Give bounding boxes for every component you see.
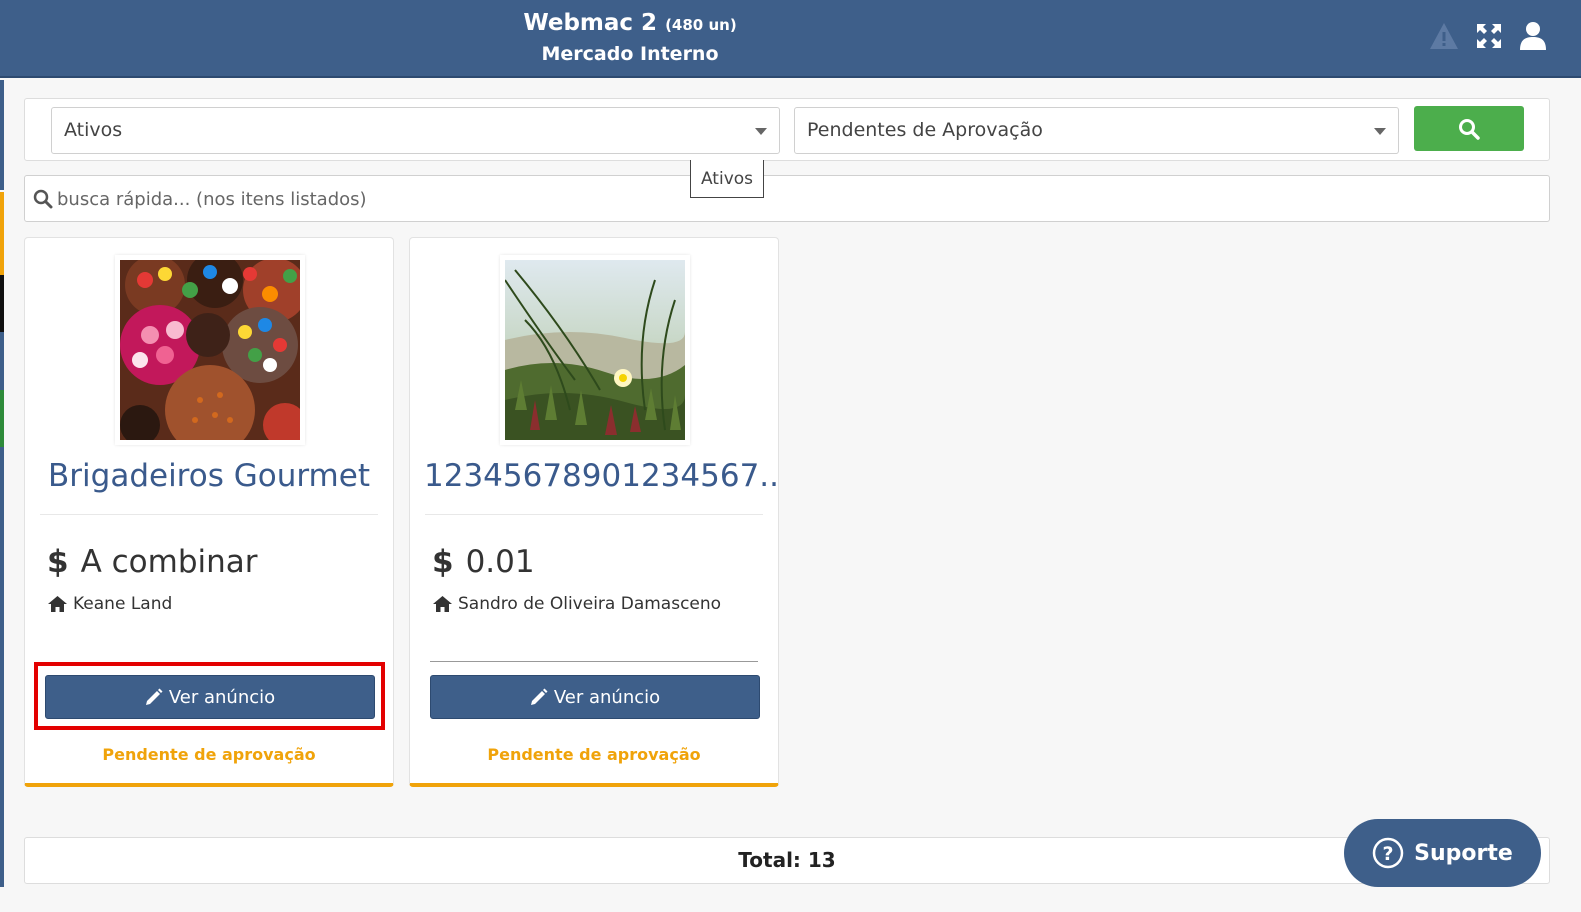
svg-text:?: ?	[1383, 843, 1394, 865]
left-edge-strip	[0, 275, 4, 332]
search-icon	[33, 189, 53, 209]
quick-search-bar	[24, 175, 1550, 222]
divider	[40, 514, 378, 515]
chevron-down-icon	[1374, 128, 1386, 135]
listing-title[interactable]: 12345678901234567...	[410, 458, 778, 494]
user-icon[interactable]	[1518, 20, 1548, 52]
approval-status: Pendente de aprovação	[102, 745, 316, 764]
pencil-icon	[530, 688, 548, 705]
listing-image[interactable]	[115, 252, 307, 455]
total-bar: Total: 13	[24, 837, 1550, 884]
divider	[430, 661, 758, 662]
app-name: Webmac 2	[523, 10, 658, 36]
seller-name: Sandro de Oliveira Damasceno	[458, 594, 722, 614]
chevron-down-icon	[755, 128, 767, 135]
filter-panel: Ativos Pendentes de Aprovação	[24, 98, 1550, 161]
support-label: Suporte	[1414, 840, 1513, 866]
left-edge-strip	[0, 390, 4, 447]
app-subtitle: Mercado Interno	[541, 43, 719, 65]
approval-select-value: Pendentes de Aprovação	[807, 119, 1043, 141]
dollar-icon: $	[47, 544, 69, 580]
view-listing-button[interactable]: Ver anúncio	[430, 675, 760, 719]
listing-card: Brigadeiros Gourmet $ A combinar Keane La…	[24, 237, 394, 787]
view-listing-label: Ver anúncio	[168, 686, 276, 708]
home-icon	[433, 596, 452, 612]
select-tooltip: Ativos	[690, 160, 764, 198]
price-value: 0.01	[465, 544, 535, 580]
listing-price: $ A combinar	[47, 544, 258, 580]
listing-seller: Keane Land	[47, 594, 172, 614]
support-button[interactable]: ? Suporte	[1344, 819, 1541, 887]
left-edge-strip	[0, 332, 4, 390]
search-icon	[1459, 118, 1480, 140]
left-edge-strip	[0, 447, 4, 887]
search-button[interactable]	[1414, 106, 1524, 151]
top-bar: Webmac 2 (480 un) Mercado Interno	[0, 0, 1581, 78]
app-title: Webmac 2 (480 un) Mercado Interno	[430, 8, 830, 68]
expand-icon[interactable]	[1474, 20, 1504, 52]
listing-card: 12345678901234567... $0.01 Sandro de Oli…	[409, 237, 779, 787]
item-count: (480 un)	[665, 16, 737, 34]
left-edge-strip	[0, 80, 4, 190]
listing-image[interactable]	[500, 255, 690, 445]
price-value: A combinar	[80, 544, 258, 580]
listing-price: $0.01	[432, 544, 535, 580]
status-select[interactable]: Ativos	[51, 107, 780, 154]
left-edge-strip	[0, 192, 4, 275]
divider	[425, 514, 763, 515]
listing-seller: Sandro de Oliveira Damasceno	[432, 594, 721, 614]
approval-select[interactable]: Pendentes de Aprovação	[794, 107, 1399, 154]
quick-search-input[interactable]	[57, 184, 677, 214]
help-icon: ?	[1372, 837, 1404, 869]
pencil-icon	[145, 688, 163, 705]
home-icon	[48, 596, 67, 612]
status-select-value: Ativos	[64, 119, 123, 141]
view-listing-button[interactable]: Ver anúncio	[45, 675, 375, 719]
warning-icon[interactable]	[1429, 20, 1459, 52]
seller-name: Keane Land	[73, 594, 173, 614]
view-listing-label: Ver anúncio	[553, 686, 661, 708]
listing-title[interactable]: Brigadeiros Gourmet	[25, 458, 393, 494]
approval-status: Pendente de aprovação	[487, 745, 701, 764]
dollar-icon: $	[432, 544, 454, 580]
